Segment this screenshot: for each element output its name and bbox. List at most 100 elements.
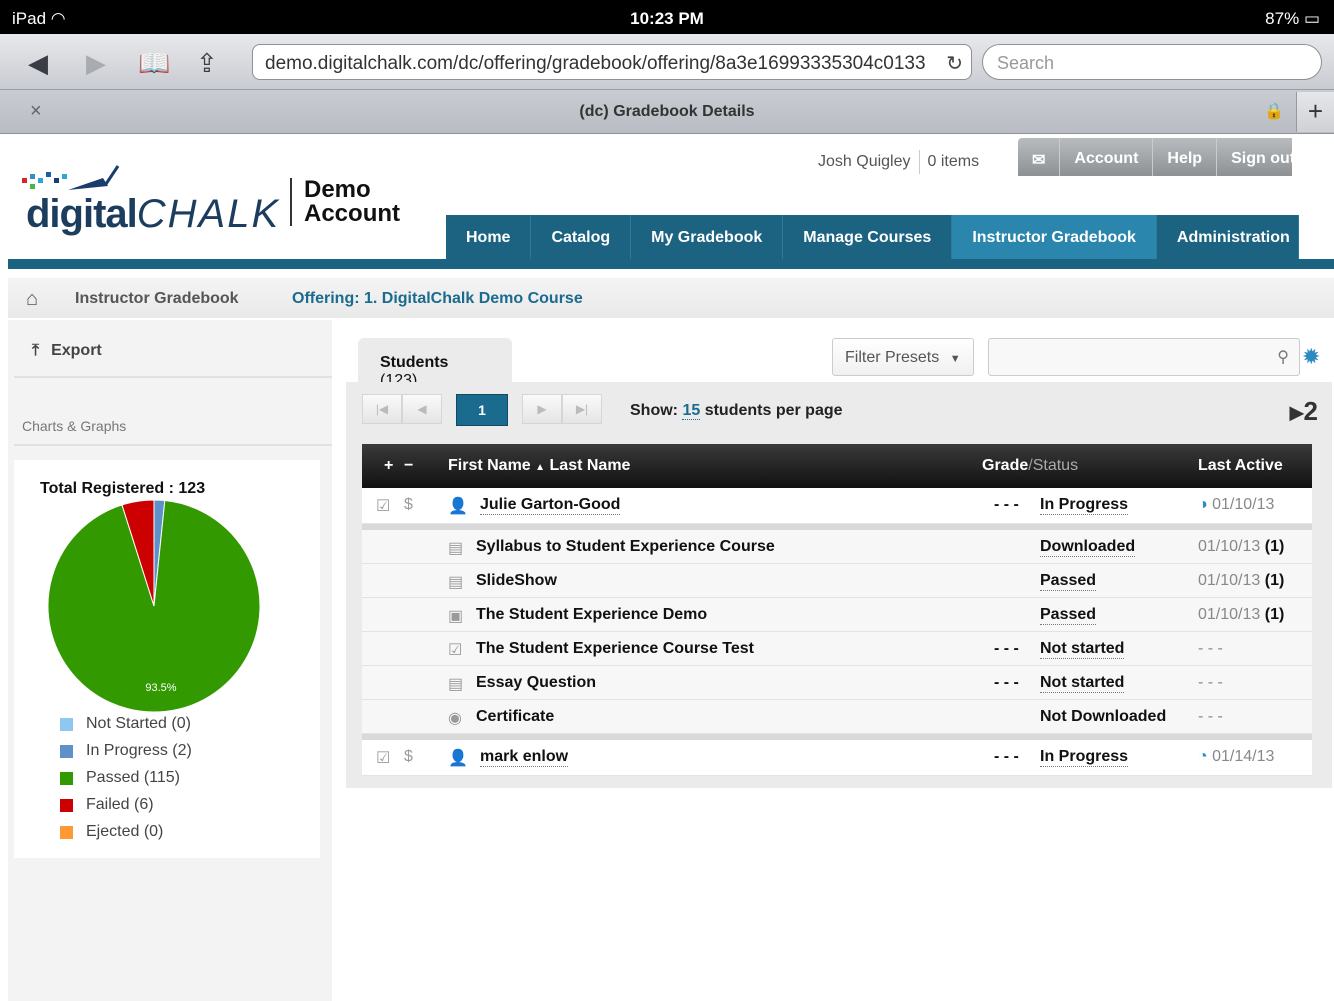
item-last-active: - - - bbox=[1198, 640, 1223, 657]
legend-swatch bbox=[60, 826, 73, 839]
legend-item: Failed (6) bbox=[60, 796, 192, 823]
test-icon: ☑ bbox=[448, 642, 463, 659]
nav-catalog[interactable]: Catalog bbox=[531, 215, 632, 259]
gear-icon[interactable]: ✹ bbox=[1302, 344, 1320, 370]
dollar-icon: $ bbox=[404, 496, 413, 513]
item-name: Essay Question bbox=[476, 674, 597, 691]
nav-manage-courses[interactable]: Manage Courses bbox=[783, 215, 953, 259]
back-icon[interactable]: ◀ bbox=[28, 48, 48, 79]
checkbox-icon[interactable]: ☑ bbox=[376, 748, 390, 768]
new-tab-button[interactable]: + bbox=[1296, 92, 1334, 132]
collapse-all-button[interactable]: − bbox=[404, 457, 413, 475]
browser-toolbar: ◀ ▶ 📖 ⇪ demo.digitalchalk.com/dc/offerin… bbox=[0, 34, 1334, 90]
chart-legend: Not Started (0) In Progress (2) Passed (… bbox=[60, 715, 192, 850]
logo[interactable]: digitalCHALK bbox=[16, 164, 286, 236]
nav-administration[interactable]: Administration bbox=[1157, 215, 1299, 259]
item-status[interactable]: Downloaded bbox=[1040, 538, 1136, 557]
battery-label: 87% bbox=[1265, 9, 1300, 28]
student-status[interactable]: In Progress bbox=[1040, 748, 1129, 767]
column-grade[interactable]: Grade/Status bbox=[982, 457, 1078, 475]
share-icon[interactable]: ⇪ bbox=[196, 48, 218, 79]
home-icon[interactable]: ⌂ bbox=[26, 288, 38, 311]
table-row[interactable]: ▤ SlideShow Passed 01/10/13 (1) bbox=[362, 564, 1312, 598]
nav-underline bbox=[8, 259, 1334, 269]
first-page-icon[interactable]: |◀ bbox=[362, 394, 402, 424]
breadcrumb-current: Offering: 1. DigitalChalk Demo Course bbox=[292, 290, 583, 307]
breadcrumb: ⌂ Instructor Gradebook Offering: 1. Digi… bbox=[8, 278, 1334, 318]
item-name: Syllabus to Student Experience Course bbox=[476, 538, 775, 555]
column-last-active[interactable]: Last Active bbox=[1198, 457, 1283, 475]
help-link[interactable]: Help bbox=[1152, 138, 1216, 176]
nav-home[interactable]: Home bbox=[446, 215, 532, 259]
export-icon: ⤒ bbox=[32, 342, 40, 359]
item-status[interactable]: Passed bbox=[1040, 572, 1097, 591]
table-row[interactable]: ◉ Certificate Not Downloaded - - - bbox=[362, 700, 1312, 734]
essay-icon: ▤ bbox=[448, 676, 464, 693]
logo-text-b: CHALK bbox=[136, 192, 281, 236]
item-status[interactable]: Not started bbox=[1040, 674, 1125, 693]
table-row[interactable]: ☑ $ 👤 mark enlow - - - In Progress ◔ 01/… bbox=[362, 740, 1312, 776]
table-row[interactable]: ▤ Essay Question - - - Not started - - - bbox=[362, 666, 1312, 700]
browser-search-field[interactable]: Search bbox=[982, 44, 1322, 80]
item-name: SlideShow bbox=[476, 572, 557, 589]
nav-instructor-gradebook[interactable]: Instructor Gradebook bbox=[952, 215, 1157, 259]
checkbox-icon[interactable]: ☑ bbox=[376, 496, 390, 516]
export-button[interactable]: ⤒ Export bbox=[32, 342, 102, 360]
bookmarks-icon[interactable]: 📖 bbox=[138, 48, 170, 79]
reload-icon[interactable]: ↻ bbox=[946, 51, 963, 76]
item-grade: - - - bbox=[994, 674, 1019, 691]
current-page[interactable]: 1 bbox=[456, 394, 508, 426]
student-name[interactable]: mark enlow bbox=[480, 748, 569, 767]
user-name[interactable]: Josh Quigley bbox=[818, 153, 911, 170]
breadcrumb-root[interactable]: Instructor Gradebook bbox=[75, 290, 239, 308]
nav-my-gradebook[interactable]: My Gradebook bbox=[631, 215, 784, 259]
main-nav: Home Catalog My Gradebook Manage Courses… bbox=[446, 215, 1299, 259]
prev-page-icon[interactable]: ◀ bbox=[402, 394, 442, 424]
registration-chart: Total Registered : 123 93.5% Not Started… bbox=[14, 460, 320, 858]
web-page: digitalCHALK Demo Account Josh Quigley 0 … bbox=[8, 134, 1334, 1001]
dollar-icon: $ bbox=[404, 748, 413, 765]
video-icon: ▣ bbox=[448, 608, 464, 625]
table-row[interactable]: ▣ The Student Experience Demo Passed 01/… bbox=[362, 598, 1312, 632]
legend-swatch bbox=[60, 772, 73, 785]
student-last-active: ◔ 01/14/13 bbox=[1198, 748, 1275, 765]
item-last-active: - - - bbox=[1198, 708, 1223, 725]
clock-icon: ◑ bbox=[1198, 496, 1208, 513]
student-grade: - - - bbox=[994, 496, 1019, 513]
forward-icon[interactable]: ▶ bbox=[86, 48, 106, 79]
page-count[interactable]: ▶2 bbox=[1290, 396, 1318, 427]
pager: |◀ ◀ 1 ▶ ▶| bbox=[362, 394, 602, 426]
table-row[interactable]: ☑ $ 👤 Julie Garton-Good - - - In Progres… bbox=[362, 488, 1312, 524]
item-status[interactable]: Not started bbox=[1040, 640, 1125, 659]
cart-count[interactable]: 0 items bbox=[928, 153, 980, 170]
mail-icon[interactable]: ✉ bbox=[1018, 138, 1059, 176]
user-bar: Josh Quigley 0 items bbox=[818, 150, 979, 174]
table-row[interactable]: ☑ The Student Experience Course Test - -… bbox=[362, 632, 1312, 666]
sign-out-link[interactable]: Sign out bbox=[1216, 138, 1292, 176]
expand-all-button[interactable]: + bbox=[384, 457, 393, 475]
item-last-active: 01/10/13 (1) bbox=[1198, 572, 1285, 589]
tab-students[interactable]: Students (123) bbox=[358, 338, 512, 389]
tab-bar: × (dc) Gradebook Details 🔒 + bbox=[0, 90, 1334, 134]
status-bar: iPad ◠ 10:23 PM 87% ▭ bbox=[0, 0, 1334, 34]
last-page-icon[interactable]: ▶| bbox=[562, 394, 602, 424]
account-link[interactable]: Account bbox=[1059, 138, 1152, 176]
student-name[interactable]: Julie Garton-Good bbox=[480, 496, 621, 515]
student-status[interactable]: In Progress bbox=[1040, 496, 1129, 515]
logo-text-a: digital bbox=[26, 192, 138, 236]
filter-presets-select[interactable]: Filter Presets ▼ bbox=[832, 338, 974, 376]
table-row[interactable]: ▤ Syllabus to Student Experience Course … bbox=[362, 530, 1312, 564]
next-page-icon[interactable]: ▶ bbox=[522, 394, 562, 424]
pie-slice-label: 93.5% bbox=[145, 682, 176, 694]
item-name: The Student Experience Course Test bbox=[476, 640, 754, 657]
student-table: + − First Name ▲ Last Name Grade/Status … bbox=[362, 444, 1312, 776]
item-status[interactable]: Passed bbox=[1040, 606, 1097, 625]
page-play-icon: ▶ bbox=[1289, 402, 1304, 423]
tab-title[interactable]: (dc) Gradebook Details bbox=[0, 103, 1334, 121]
student-search-input[interactable]: ⚲ bbox=[988, 338, 1300, 376]
page-size-value[interactable]: 15 bbox=[682, 402, 701, 420]
item-name: The Student Experience Demo bbox=[476, 606, 708, 623]
column-name[interactable]: First Name ▲ Last Name bbox=[448, 457, 630, 475]
url-field[interactable]: demo.digitalchalk.com/dc/offering/gradeb… bbox=[252, 44, 972, 80]
charts-heading: Charts & Graphs bbox=[22, 418, 127, 434]
